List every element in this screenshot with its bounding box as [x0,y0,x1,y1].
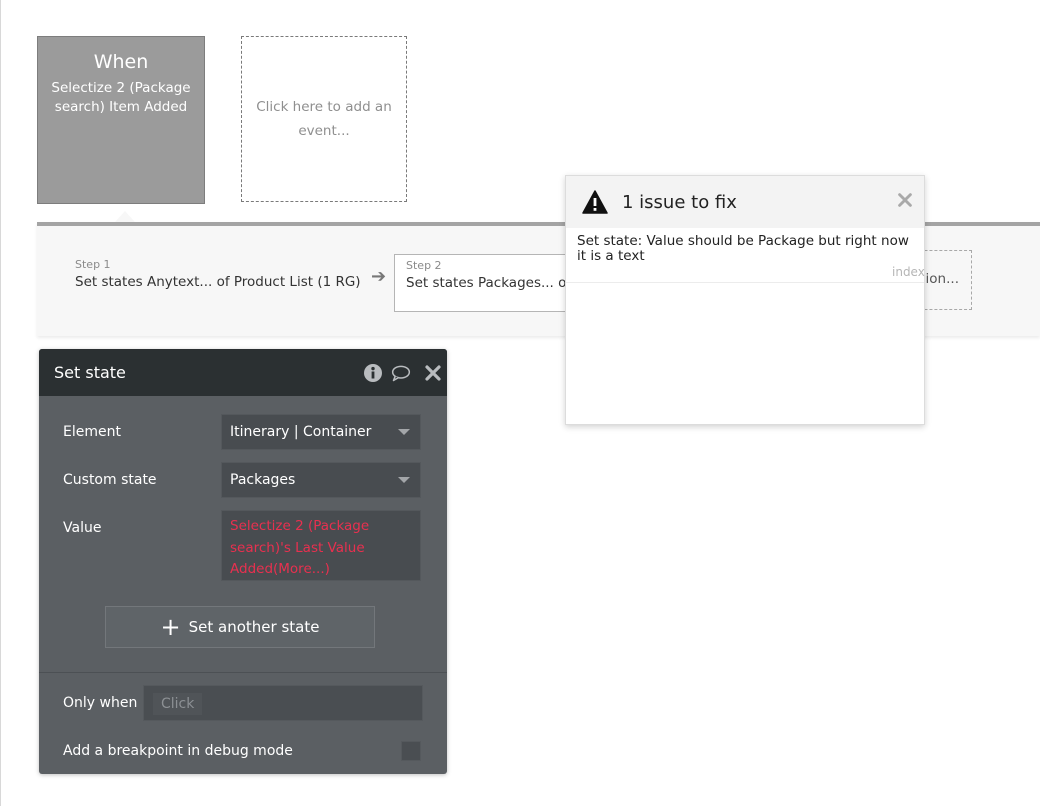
chevron-down-icon [398,477,410,483]
value-expression-field[interactable]: Selectize 2 (Package search)'s Last Valu… [221,510,421,581]
chevron-down-icon [398,429,410,435]
arrow-right-icon: ➔ [371,266,387,287]
divider [566,282,924,283]
comment-icon[interactable] [391,363,411,383]
plus-icon: + [160,613,181,641]
only-when-placeholder: Click [153,693,203,715]
panel-title: Set state [54,363,126,382]
warning-icon [582,190,608,214]
divider [39,672,447,673]
value-label: Value [63,520,102,536]
step-number: Step 1 [75,258,111,271]
add-event-label: Click here to add an event... [256,99,392,139]
step-2[interactable]: Step 2 Set states Packages... of [394,254,594,312]
info-icon[interactable] [363,363,383,383]
set-another-state-button[interactable]: + Set another state [105,606,375,648]
event-name: Selectize 2 (Package search) Item Added [51,80,191,115]
only-when-condition-input[interactable]: Click [143,685,423,721]
only-when-label: Only when [63,695,138,711]
panel-header: Set state [39,349,447,396]
breakpoint-checkbox[interactable] [401,741,421,761]
step-text: Set states Anytext... of Product List (1… [75,274,361,290]
canvas-left-border [0,0,1,806]
event-card[interactable]: When Selectize 2 (Package search) Item A… [37,36,205,204]
close-icon[interactable] [423,363,443,383]
issues-title: 1 issue to fix [622,192,737,213]
element-label: Element [63,424,121,440]
add-action-label: ion... [925,271,959,287]
issues-header: 1 issue to fix [566,176,924,228]
set-another-state-label: Set another state [188,618,320,636]
custom-state-value: Packages [230,472,296,488]
custom-state-label: Custom state [63,472,157,488]
custom-state-dropdown[interactable]: Packages [221,462,421,498]
breakpoint-label: Add a breakpoint in debug mode [63,743,293,759]
value-expression: Selectize 2 (Package search)'s Last Valu… [230,518,370,577]
close-icon[interactable] [896,191,914,209]
step-1[interactable]: Step 1 Set states Anytext... of Product … [75,258,361,292]
element-value: Itinerary | Container [230,424,372,440]
event-when-label: When [93,51,149,73]
issue-tag: index [892,265,925,279]
set-state-panel: Set state Element Itinerary | Container … [39,349,447,774]
issues-popup: 1 issue to fix Set state: Value should b… [565,175,925,425]
event-pointer [115,211,135,222]
element-dropdown[interactable]: Itinerary | Container [221,414,421,450]
add-event-placeholder[interactable]: Click here to add an event... [241,36,407,202]
issue-message[interactable]: Set state: Value should be Package but r… [577,234,919,264]
